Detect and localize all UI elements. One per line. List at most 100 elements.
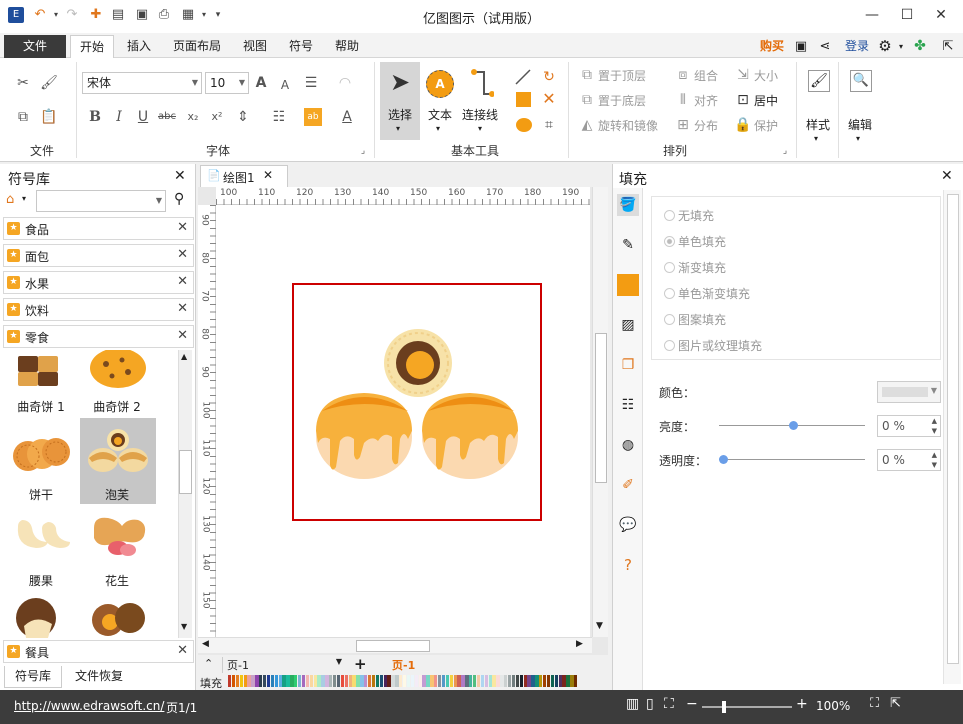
rectangle-tool-icon[interactable] (516, 92, 531, 107)
bring-front-icon[interactable]: ⧉ (578, 66, 596, 84)
strikethrough-icon[interactable]: abc (158, 108, 176, 126)
bring-front-button[interactable]: 置于顶层 (598, 68, 646, 84)
image-icon[interactable]: ▨ (617, 314, 639, 336)
layers-icon[interactable]: ❐ (617, 354, 639, 376)
distribute-icon[interactable]: ⊞ (674, 116, 692, 134)
library-category-tableware[interactable]: ★ 餐具 ✕ (3, 640, 194, 663)
color-swatch[interactable] (496, 675, 500, 687)
spinner-icon[interactable]: ▲ ▼ (932, 450, 937, 470)
color-swatch[interactable] (449, 675, 453, 687)
buy-link[interactable]: 购买 (756, 35, 788, 58)
distribute-button[interactable]: 分布 (694, 118, 718, 134)
color-swatch[interactable] (364, 675, 368, 687)
font-dialog-launcher-icon[interactable]: ⌟ (354, 142, 372, 160)
biscuit-shape[interactable] (12, 430, 72, 482)
maximize-icon[interactable]: ☐ (897, 6, 917, 24)
format-painter-icon[interactable]: 🖌 (40, 74, 58, 92)
color-swatch[interactable] (403, 675, 407, 687)
color-swatch[interactable] (550, 675, 555, 687)
fit-page-icon[interactable]: ▥ (626, 696, 639, 712)
library-search-input[interactable]: ▼ (36, 190, 166, 212)
shadow-icon[interactable] (617, 274, 639, 296)
close-window-icon[interactable]: ✕ (931, 6, 951, 24)
cookie-1-shape[interactable] (12, 350, 70, 390)
color-swatch[interactable] (504, 675, 508, 687)
library-category-fruit[interactable]: ★ 水果 ✕ (3, 271, 194, 294)
radio-button[interactable] (664, 314, 675, 325)
page-properties-icon[interactable]: ☷ (617, 394, 639, 416)
color-swatch[interactable] (492, 675, 496, 687)
color-swatch[interactable] (301, 675, 306, 687)
color-swatch[interactable] (352, 675, 356, 687)
tab-home[interactable]: 开始 (70, 35, 114, 59)
line-spacing-icon[interactable]: ☰ (302, 74, 320, 92)
color-swatch[interactable] (360, 675, 364, 687)
collapse-page-icon[interactable]: ⌃ (204, 657, 213, 670)
copy-icon[interactable]: ⧉ (14, 108, 32, 126)
scroll-right-icon[interactable]: ▶ (576, 639, 583, 649)
radio-button[interactable] (664, 210, 675, 221)
search-icon[interactable]: ⚲ (174, 191, 184, 207)
color-swatch[interactable] (480, 675, 485, 687)
color-swatch[interactable] (290, 675, 294, 687)
color-swatch[interactable] (383, 675, 387, 687)
color-swatch[interactable] (445, 675, 450, 687)
group-button[interactable]: 组合 (694, 68, 718, 84)
align-button[interactable]: 对齐 (694, 93, 718, 109)
settings-dropdown-icon[interactable]: ▾ (896, 35, 906, 58)
close-category-icon[interactable]: ✕ (177, 643, 188, 658)
color-swatch[interactable] (515, 675, 520, 687)
color-swatch[interactable] (426, 675, 430, 687)
color-swatch[interactable] (305, 675, 310, 687)
color-swatch[interactable] (543, 675, 547, 687)
send-back-button[interactable]: 置于底层 (598, 93, 646, 109)
color-swatch[interactable] (329, 675, 333, 687)
login-link[interactable]: 登录 (840, 35, 874, 58)
color-swatch[interactable] (566, 675, 570, 687)
send-back-icon[interactable]: ⧉ (578, 91, 596, 109)
bullet-list-icon[interactable]: ☷ (270, 108, 288, 126)
bold-icon[interactable]: B (86, 108, 104, 126)
color-swatch[interactable] (243, 675, 247, 687)
center-icon[interactable]: ⊡ (734, 91, 752, 109)
peanut-shape[interactable] (88, 514, 148, 558)
color-swatch[interactable] (476, 675, 481, 687)
tab-symbol[interactable]: 符号 (282, 35, 320, 58)
rotate-mirror-button[interactable]: 旋转和镜像 (598, 118, 658, 134)
page-select[interactable]: 页-1 ▼ (222, 657, 344, 673)
paragraph-spacing-icon[interactable]: ⇕ (234, 108, 252, 126)
color-swatch[interactable] (313, 675, 317, 687)
close-document-icon[interactable]: ✕ (263, 168, 273, 182)
radio-button[interactable] (664, 340, 675, 351)
color-swatch[interactable] (321, 675, 325, 687)
radio-button[interactable] (664, 236, 675, 247)
library-category-bread[interactable]: ★ 面包 ✕ (3, 244, 194, 267)
close-category-icon[interactable]: ✕ (177, 328, 188, 343)
cookie-2-shape[interactable] (88, 350, 148, 390)
fill-panel-scrollbar[interactable] (943, 190, 961, 684)
full-screen-icon[interactable]: ⇱ (890, 696, 901, 711)
website-link[interactable]: http://www.edrawsoft.cn/ (14, 699, 164, 713)
center-button[interactable]: 居中 (754, 93, 778, 109)
color-swatch[interactable] (340, 675, 345, 687)
color-swatch[interactable] (461, 675, 465, 687)
align-icon[interactable]: ⫴ (674, 91, 692, 109)
home-dropdown-icon[interactable]: ▾ (22, 194, 26, 203)
color-swatch[interactable] (395, 675, 399, 687)
color-swatch[interactable] (336, 675, 341, 687)
color-swatch[interactable] (414, 675, 418, 687)
active-page-tab[interactable]: 页-1 (392, 657, 415, 673)
brightness-slider[interactable] (719, 421, 865, 430)
font-name-select[interactable]: 宋体 ▼ (82, 72, 202, 94)
shrink-font-icon[interactable]: A (276, 76, 294, 94)
cut-icon[interactable]: ✂ (14, 74, 32, 92)
color-swatch[interactable] (434, 675, 438, 687)
collapse-ribbon-icon[interactable]: ⇱ (938, 35, 958, 58)
color-swatch[interactable] (298, 675, 302, 687)
selection-box[interactable] (292, 283, 542, 521)
library-category-drinks[interactable]: ★ 饮料 ✕ (3, 298, 194, 321)
chestnut-shape[interactable] (12, 596, 72, 638)
globe-icon[interactable]: ◍ (617, 434, 639, 456)
spinner-icon[interactable]: ▲ ▼ (932, 416, 937, 436)
tab-page-layout[interactable]: 页面布局 (166, 35, 228, 58)
